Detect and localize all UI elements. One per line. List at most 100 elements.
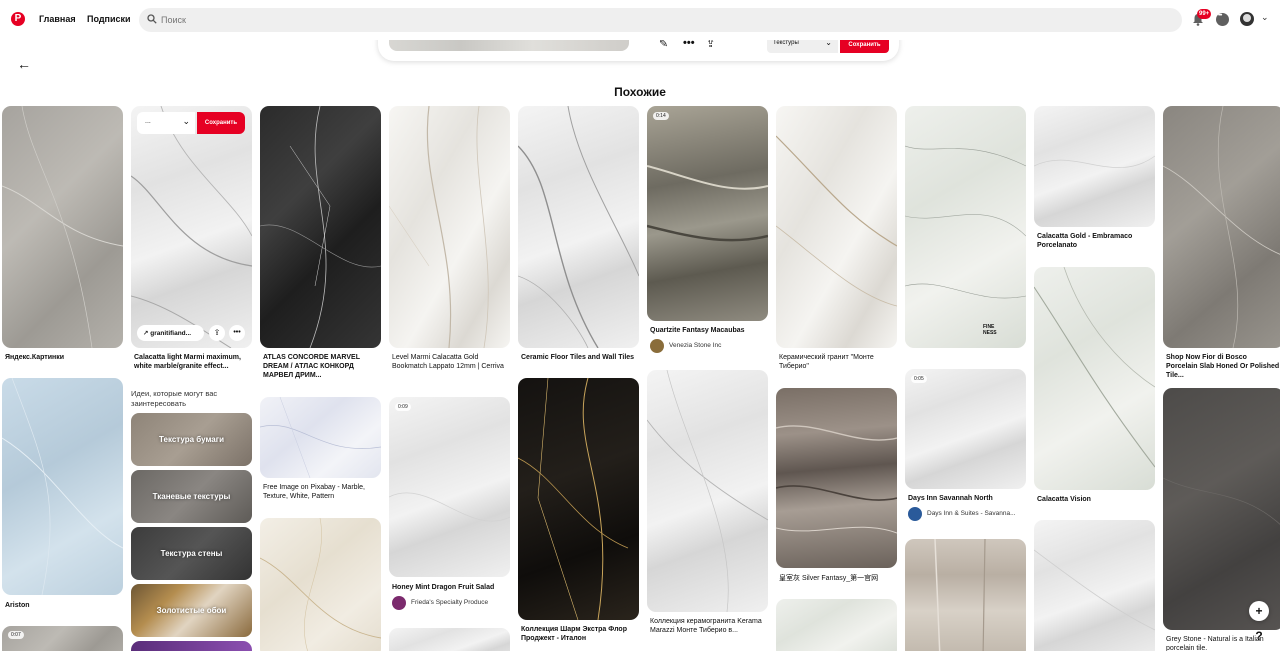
marble-veins	[647, 370, 768, 612]
help-icon[interactable]: ?	[1249, 626, 1269, 646]
pin-caption[interactable]: Коллекция керамогранита Kerama Marazzi М…	[650, 617, 766, 635]
marble-veins	[131, 106, 252, 348]
board-select-label: ...	[145, 118, 151, 125]
source-avatar[interactable]	[908, 507, 922, 521]
chevron-down-icon: ⌄	[182, 116, 190, 126]
source-link-label: granitifiand...	[150, 330, 192, 337]
pin-image-thumb	[389, 40, 629, 51]
pinterest-logo-icon[interactable]: P	[11, 12, 25, 26]
video-duration: 0:05	[911, 375, 927, 383]
marble-veins	[905, 145, 1026, 299]
pin-image[interactable]	[776, 599, 897, 651]
pin-caption[interactable]: Days Inn Savannah North	[908, 494, 1024, 503]
idea-label: Золотистые обои	[156, 606, 227, 615]
marble-veins	[1163, 106, 1280, 348]
pin-caption[interactable]: Ariston	[5, 601, 121, 610]
pin-caption[interactable]: Honey Mint Dragon Fruit Salad	[392, 583, 508, 592]
pin-caption[interactable]: Free Image on Pixabay - Marble, Texture,…	[263, 483, 379, 501]
idea-card[interactable]: Текстура стены	[131, 527, 252, 580]
pin-image[interactable]	[776, 106, 897, 348]
marble-veins	[518, 378, 629, 620]
search-input[interactable]	[161, 12, 1061, 28]
section-title: Похожие	[614, 85, 666, 99]
idea-card[interactable]: Тканевые текстуры	[131, 470, 252, 523]
pin-image-hovered[interactable]: ... ⌄ Сохранить ↗ granitifiand... ⇪ •••	[131, 106, 252, 348]
pin-image[interactable]	[1034, 106, 1155, 227]
board-select[interactable]: ... ⌄	[137, 112, 195, 134]
source-name[interactable]: Frieda's Specialty Produce	[411, 599, 488, 606]
pin-image[interactable]: 0:05	[905, 369, 1026, 489]
pin-image[interactable]	[260, 106, 381, 348]
marble-veins	[389, 106, 489, 348]
marble-veins	[1163, 477, 1280, 525]
save-button[interactable]: Сохранить	[197, 112, 245, 134]
idea-label: Текстура бумаги	[159, 435, 224, 444]
marble-veins	[1034, 267, 1155, 468]
pin-image[interactable]	[776, 388, 897, 568]
pin-image[interactable]	[389, 106, 510, 348]
source-name[interactable]: Days Inn & Suites - Savanna...	[927, 510, 1016, 517]
source-avatar[interactable]	[650, 339, 664, 353]
marble-veins	[260, 518, 381, 651]
pin-caption[interactable]: Яндекс.Картинки	[5, 353, 121, 362]
pin-caption[interactable]: Calacatta light Marmi maximum, white mar…	[134, 353, 252, 371]
idea-card[interactable]: Текстура бумаги	[131, 413, 252, 466]
ideas-label: Идеи, которые могут вас заинтересовать	[131, 389, 218, 408]
marble-veins	[776, 135, 897, 307]
pin-caption[interactable]: Ceramic Floor Tiles and Wall Tiles	[521, 353, 637, 362]
notification-badge: 99+	[1197, 9, 1212, 19]
pin-image[interactable]	[260, 518, 381, 651]
pin-image[interactable]: FINE NESS	[905, 106, 1026, 348]
pin-caption[interactable]: Level Marmi Calacatta Gold Bookmatch Lap…	[392, 353, 508, 371]
pin-caption[interactable]: Calacatta Gold - Embramaco Porcelanato	[1037, 232, 1153, 250]
marble-veins	[518, 106, 639, 348]
pin-image[interactable]: 0:07	[2, 626, 123, 651]
pin-image[interactable]	[2, 378, 123, 595]
more-icon[interactable]: •••	[229, 325, 245, 341]
pin-image[interactable]	[518, 378, 639, 620]
pin-caption[interactable]: 皇室灰 Silver Fantasy_第一官网	[779, 574, 895, 583]
search-bar[interactable]	[139, 8, 1182, 32]
pin-image[interactable]: 0:09	[389, 397, 510, 577]
marble-veins	[776, 425, 897, 534]
marble-veins	[1034, 155, 1155, 168]
pin-image[interactable]: 0:14	[647, 106, 768, 321]
pin-image[interactable]	[647, 370, 768, 612]
nav-home-link[interactable]: Главная	[39, 14, 76, 24]
source-link[interactable]: ↗ granitifiand...	[137, 325, 204, 341]
back-arrow-icon[interactable]: ←	[17, 56, 31, 72]
marble-veins	[260, 106, 381, 348]
idea-card[interactable]	[131, 641, 252, 651]
pin-image[interactable]	[1163, 388, 1280, 630]
pin-caption[interactable]: Коллекция Шарм Экстра Флор Проджект - Ит…	[521, 625, 637, 643]
pin-image[interactable]	[905, 539, 1026, 651]
pin-image[interactable]	[518, 106, 639, 348]
marble-veins	[934, 539, 986, 651]
pin-image[interactable]	[1163, 106, 1280, 348]
video-duration: 0:07	[8, 631, 24, 639]
pin-caption[interactable]: Quartzite Fantasy Macaubas	[650, 326, 766, 335]
source-avatar[interactable]	[392, 596, 406, 610]
pin-image[interactable]	[1034, 520, 1155, 651]
arrow-up-right-icon: ↗	[143, 330, 149, 337]
pin-image[interactable]	[260, 397, 381, 478]
avatar[interactable]	[1240, 12, 1254, 26]
marble-veins	[260, 397, 381, 478]
nav-following-link[interactable]: Подписки	[87, 14, 131, 24]
messages-icon[interactable]	[1216, 13, 1229, 26]
plus-icon[interactable]: +	[1249, 601, 1269, 621]
pin-caption[interactable]: Керамический гранит "Монте Тиберио"	[779, 353, 895, 371]
pin-image[interactable]	[2, 106, 123, 348]
marble-veins	[2, 106, 123, 348]
share-icon[interactable]: ⇪	[209, 325, 225, 341]
board-select-label: Текстуры	[773, 40, 799, 46]
idea-label: Тканевые текстуры	[152, 492, 231, 501]
pin-image[interactable]	[389, 628, 510, 651]
pin-caption[interactable]: ATLAS CONCORDE MARVEL DREAM / АТЛАС КОНК…	[263, 353, 379, 380]
pin-image[interactable]	[1034, 267, 1155, 490]
chevron-down-icon[interactable]: ⌄	[1261, 12, 1269, 23]
pin-caption[interactable]: Shop Now Fior di Bosco Porcelain Slab Ho…	[1166, 353, 1280, 380]
pin-caption[interactable]: Calacatta Vision	[1037, 495, 1153, 504]
idea-card[interactable]: Золотистые обои	[131, 584, 252, 637]
source-name[interactable]: Venezia Stone Inc	[669, 342, 721, 349]
